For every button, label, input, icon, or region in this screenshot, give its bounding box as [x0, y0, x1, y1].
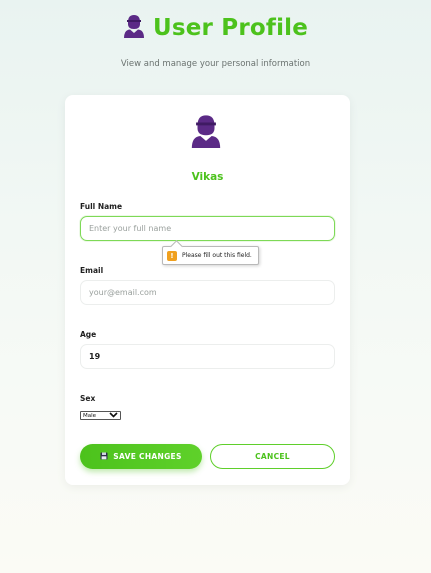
sex-label: Sex: [80, 394, 96, 403]
profile-username: Vikas: [191, 171, 224, 183]
profile-card: Vikas Full Name Enter your full name ! P…: [65, 95, 350, 485]
warning-icon: !: [167, 250, 177, 261]
user-icon: [123, 14, 145, 42]
full-name-input[interactable]: Enter your full name: [80, 216, 335, 241]
cancel-label: CANCEL: [255, 452, 290, 461]
full-name-label: Full Name: [80, 202, 123, 211]
age-label: Age: [80, 330, 97, 339]
email-input[interactable]: your@email.com: [80, 280, 335, 305]
sex-selected-value: Male: [83, 412, 97, 419]
save-changes-label: SAVE CHANGES: [113, 452, 182, 461]
full-name-placeholder: Enter your full name: [89, 224, 172, 233]
cancel-button[interactable]: CANCEL: [210, 444, 335, 469]
page-header: User Profile: [0, 14, 431, 42]
floppy-disk-icon: [100, 452, 108, 462]
age-value: 19: [89, 352, 101, 361]
email-placeholder: your@email.com: [89, 288, 157, 297]
validation-message: Please fill out this field.: [182, 252, 252, 259]
page-title: User Profile: [152, 15, 309, 41]
page-subtitle: View and manage your personal informatio…: [120, 59, 311, 69]
chevron-down-icon: [109, 411, 118, 420]
validation-tooltip: ! Please fill out this field.: [162, 246, 259, 265]
user-avatar-icon: [190, 114, 222, 152]
email-label: Email: [80, 266, 104, 275]
age-input[interactable]: 19: [80, 344, 335, 369]
save-changes-button[interactable]: SAVE CHANGES: [80, 444, 202, 469]
sex-select[interactable]: Male: [80, 411, 121, 420]
